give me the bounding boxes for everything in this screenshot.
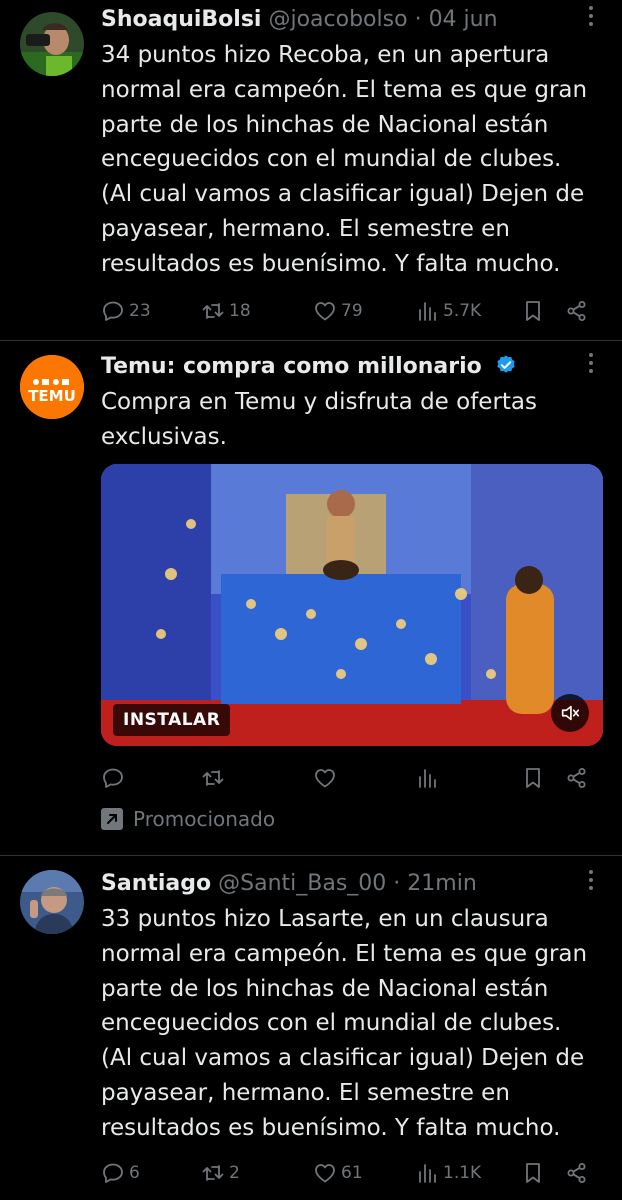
bookmark-icon	[521, 766, 545, 790]
tweet-text: 34 puntos hizo Recoba, en un apertura no…	[101, 42, 588, 277]
views-button[interactable]: 5.7K	[415, 296, 481, 326]
more-icon[interactable]	[586, 6, 596, 30]
views-icon	[415, 299, 439, 323]
like-button[interactable]: 79	[313, 296, 363, 326]
views-count: 1.1K	[443, 1163, 482, 1183]
reply-icon	[101, 766, 125, 790]
reply-icon	[101, 1161, 125, 1185]
tweet-header: ShoaquiBolsi @joacobolso · 04 jun	[101, 2, 610, 38]
reply-button[interactable]: 6	[101, 1158, 140, 1188]
user-handle[interactable]: @joacobolso	[268, 7, 407, 32]
bookmark-button[interactable]	[521, 296, 545, 326]
share-icon	[565, 299, 589, 323]
share-button[interactable]	[565, 296, 589, 326]
retweet-button[interactable]	[201, 763, 229, 793]
avatar[interactable]: TEMU	[20, 355, 84, 419]
bookmark-button[interactable]	[521, 1158, 545, 1188]
promoted-icon	[101, 808, 123, 830]
views-icon	[415, 766, 439, 790]
separator-dot: ·	[393, 871, 401, 896]
avatar[interactable]	[20, 870, 84, 934]
verified-icon	[497, 355, 515, 373]
tweet-text: Compra en Temu y disfruta de ofertas exc…	[101, 389, 538, 450]
display-name[interactable]: ShoaquiBolsi	[101, 7, 261, 32]
bookmark-icon	[521, 1161, 545, 1185]
reply-icon	[101, 299, 125, 323]
retweet-count: 2	[229, 1163, 240, 1183]
like-count: 61	[341, 1163, 363, 1183]
bookmark-button[interactable]	[521, 763, 545, 793]
views-icon	[415, 1161, 439, 1185]
retweet-icon	[201, 1161, 225, 1185]
heart-icon	[313, 299, 337, 323]
display-name[interactable]: Santiago	[101, 871, 211, 896]
heart-icon	[313, 1161, 337, 1185]
like-button[interactable]: 61	[313, 1158, 363, 1188]
reply-count: 6	[129, 1163, 140, 1183]
action-bar: 6 2 61 1.1K	[101, 1158, 602, 1188]
action-bar	[101, 763, 602, 793]
share-button[interactable]	[565, 1158, 589, 1188]
temu-logo-text: TEMU	[28, 387, 76, 405]
mute-button[interactable]	[551, 694, 589, 732]
more-icon[interactable]	[586, 353, 596, 377]
share-icon	[565, 766, 589, 790]
like-button[interactable]	[313, 763, 341, 793]
share-button[interactable]	[565, 763, 589, 793]
bookmark-icon	[521, 299, 545, 323]
views-count: 5.7K	[443, 301, 482, 321]
like-count: 79	[341, 301, 363, 321]
reply-button[interactable]	[101, 763, 129, 793]
views-button[interactable]: 1.1K	[415, 1158, 481, 1188]
heart-icon	[313, 766, 337, 790]
share-icon	[565, 1161, 589, 1185]
retweet-button[interactable]: 2	[201, 1158, 240, 1188]
tweet-temu-promoted[interactable]: TEMU Temu: compra como millonario Compra…	[0, 341, 622, 856]
promoted-text: Promocionado	[133, 807, 276, 831]
promoted-label: Promocionado	[101, 807, 275, 831]
video-media[interactable]: INSTALAR	[101, 464, 603, 746]
retweet-count: 18	[229, 301, 251, 321]
reply-count: 23	[129, 301, 151, 321]
separator-dot: ·	[414, 7, 422, 32]
install-button[interactable]: INSTALAR	[113, 704, 231, 736]
timestamp[interactable]: 04 jun	[429, 7, 498, 32]
retweet-icon	[201, 299, 225, 323]
retweet-icon	[201, 766, 225, 790]
tweet-santiago[interactable]: Santiago @Santi_Bas_00 · 21min 33 puntos…	[0, 856, 622, 1200]
display-name[interactable]: Temu: compra como millonario	[101, 354, 482, 379]
avatar[interactable]	[20, 12, 84, 76]
tweet-shoaquibolsi[interactable]: ShoaquiBolsi @joacobolso · 04 jun 34 pun…	[0, 0, 622, 341]
views-button[interactable]	[415, 763, 443, 793]
user-handle[interactable]: @Santi_Bas_00	[218, 871, 386, 896]
retweet-button[interactable]: 18	[201, 296, 251, 326]
action-bar: 23 18 79 5.7K	[101, 296, 602, 326]
tweet-header: Temu: compra como millonario	[101, 349, 610, 385]
tweet-header: Santiago @Santi_Bas_00 · 21min	[101, 866, 610, 902]
more-icon[interactable]	[586, 870, 596, 894]
timestamp[interactable]: 21min	[407, 871, 476, 896]
tweet-text: 33 puntos hizo Lasarte, en un clausura n…	[101, 906, 588, 1141]
mute-icon	[561, 705, 580, 721]
reply-button[interactable]: 23	[101, 296, 151, 326]
